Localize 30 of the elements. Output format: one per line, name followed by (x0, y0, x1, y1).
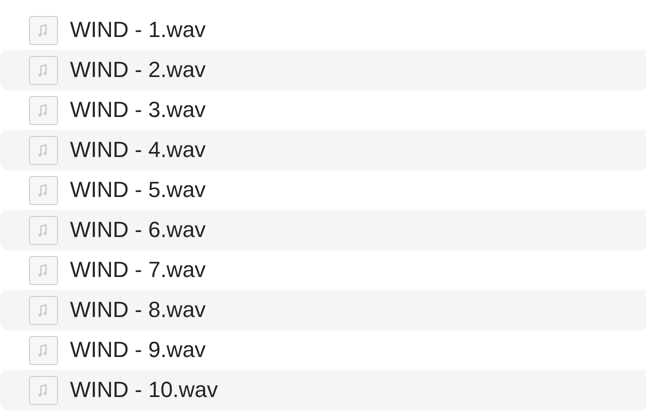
audio-file-icon (29, 336, 58, 364)
audio-file-icon (29, 136, 58, 164)
file-name: WIND - 6.wav (70, 217, 206, 243)
file-row[interactable]: WIND - 9.wav (0, 330, 646, 370)
audio-file-icon (29, 216, 58, 244)
file-row[interactable]: WIND - 1.wav (0, 10, 646, 50)
audio-file-icon (29, 376, 58, 404)
file-name: WIND - 1.wav (70, 17, 206, 43)
file-name: WIND - 4.wav (70, 137, 206, 163)
audio-file-icon (29, 56, 58, 84)
file-name: WIND - 9.wav (70, 337, 206, 363)
audio-file-icon (29, 176, 58, 204)
file-name: WIND - 3.wav (70, 97, 206, 123)
audio-file-icon (29, 256, 58, 284)
file-name: WIND - 7.wav (70, 257, 206, 283)
file-row[interactable]: WIND - 8.wav (0, 290, 646, 330)
file-name: WIND - 10.wav (70, 377, 218, 403)
file-row[interactable]: WIND - 2.wav (0, 50, 646, 90)
file-name: WIND - 8.wav (70, 297, 206, 323)
audio-file-icon (29, 296, 58, 324)
file-name: WIND - 2.wav (70, 57, 206, 83)
audio-file-icon (29, 96, 58, 124)
file-name: WIND - 5.wav (70, 177, 206, 203)
file-row[interactable]: WIND - 7.wav (0, 250, 646, 290)
file-row[interactable]: WIND - 6.wav (0, 210, 646, 250)
audio-file-icon (29, 16, 58, 44)
file-row[interactable]: WIND - 10.wav (0, 370, 646, 410)
file-row[interactable]: WIND - 4.wav (0, 130, 646, 170)
file-row[interactable]: WIND - 5.wav (0, 170, 646, 210)
file-row[interactable]: WIND - 3.wav (0, 90, 646, 130)
